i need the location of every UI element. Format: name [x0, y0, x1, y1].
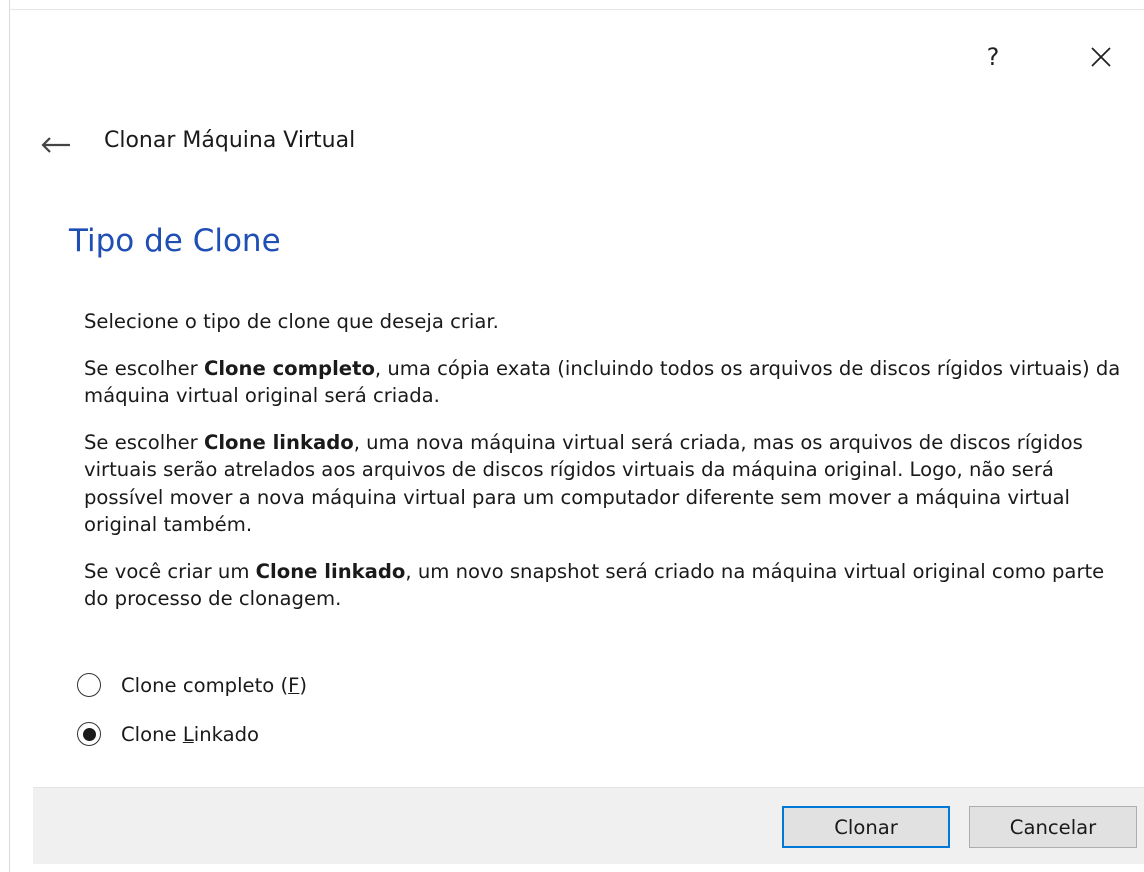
- close-button[interactable]: [1082, 40, 1120, 74]
- full-clone-radio[interactable]: [77, 673, 101, 697]
- intro-paragraph: Selecione o tipo de clone que deseja cri…: [84, 310, 499, 333]
- clone-vm-dialog: ? Clonar Máquina Virtual Tipo de Clone S…: [0, 0, 1144, 872]
- full-clone-label-text: Clone completo (: [121, 673, 289, 697]
- linked-clone-radio-option[interactable]: Clone Linkado: [77, 722, 259, 746]
- wizard-title: Clonar Máquina Virtual: [104, 128, 356, 153]
- linked-clone-radio[interactable]: [77, 722, 101, 746]
- full-clone-mnemonic: F: [288, 673, 300, 697]
- full-clone-label: Clone completo (F): [121, 674, 307, 697]
- help-label: ?: [986, 43, 1000, 71]
- window-left-border: [9, 0, 10, 872]
- linked-clone-label-end: inkado: [193, 722, 260, 746]
- cancel-button[interactable]: Cancelar: [969, 806, 1137, 848]
- full-clone-para-prefix: Se escolher: [84, 356, 204, 380]
- full-clone-radio-option[interactable]: Clone completo (F): [77, 673, 307, 697]
- back-button[interactable]: [38, 131, 74, 159]
- page-heading: Tipo de Clone: [69, 223, 281, 259]
- description-text: Selecione o tipo de clone que deseja cri…: [84, 308, 1132, 632]
- window-top-border: [9, 9, 1144, 10]
- arrow-left-icon: [41, 137, 70, 153]
- linked-clone-label-text: Clone: [121, 722, 183, 746]
- linked-clone-paragraph: Se escolher Clone linkado, uma nova máqu…: [84, 429, 1132, 539]
- help-button[interactable]: ?: [976, 40, 1010, 74]
- radio-selected-dot: [82, 727, 96, 741]
- close-icon: [1091, 47, 1111, 67]
- full-clone-paragraph: Se escolher Clone completo, uma cópia ex…: [84, 355, 1132, 410]
- linked-clone-para-bold: Clone linkado: [203, 430, 354, 454]
- snapshot-para-bold: Clone linkado: [255, 559, 406, 583]
- linked-clone-para-prefix: Se escolher: [84, 430, 204, 454]
- full-clone-para-bold: Clone completo: [203, 356, 375, 380]
- full-clone-label-end: ): [299, 673, 308, 697]
- clone-button[interactable]: Clonar: [782, 806, 950, 848]
- snapshot-paragraph: Se você criar um Clone linkado, um novo …: [84, 558, 1132, 613]
- linked-clone-label: Clone Linkado: [121, 723, 259, 746]
- linked-clone-mnemonic: L: [182, 722, 194, 746]
- snapshot-para-prefix: Se você criar um: [84, 559, 256, 583]
